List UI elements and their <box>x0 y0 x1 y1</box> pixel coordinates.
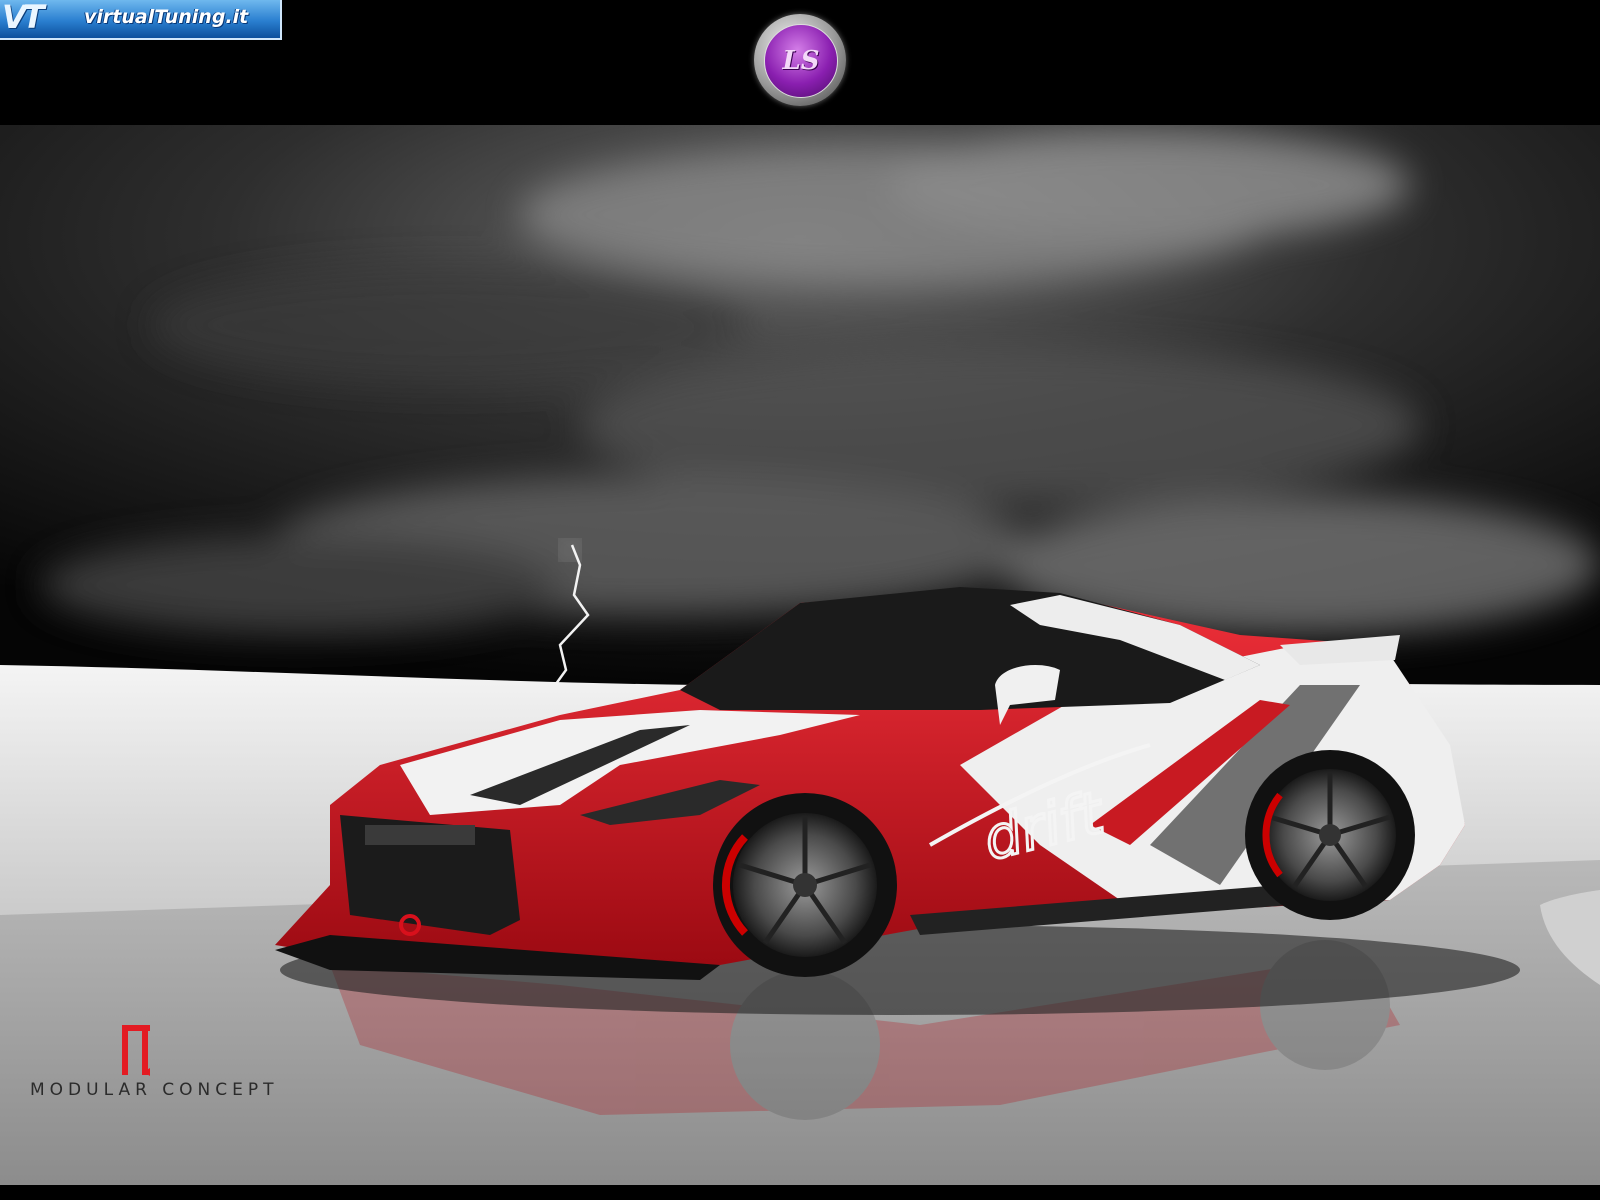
author-badge-text: LS <box>782 46 820 76</box>
virtualtuning-text: virtualTuning.it <box>84 6 249 28</box>
front-wheel <box>713 793 897 977</box>
modular-concept-logo: MODULAR CONCEPT <box>30 1020 330 1100</box>
author-badge-inner: LS <box>764 24 838 98</box>
author-badge: LS <box>754 14 846 106</box>
modular-concept-caption: MODULAR CONCEPT <box>30 1080 279 1100</box>
modular-concept-mark <box>122 1025 178 1076</box>
bottom-black-bar <box>0 1185 1600 1200</box>
virtualtuning-logo[interactable]: VT virtualTuning.it <box>0 0 282 40</box>
virtualtuning-mark: VT <box>2 0 45 36</box>
rear-wheel <box>1245 750 1415 920</box>
